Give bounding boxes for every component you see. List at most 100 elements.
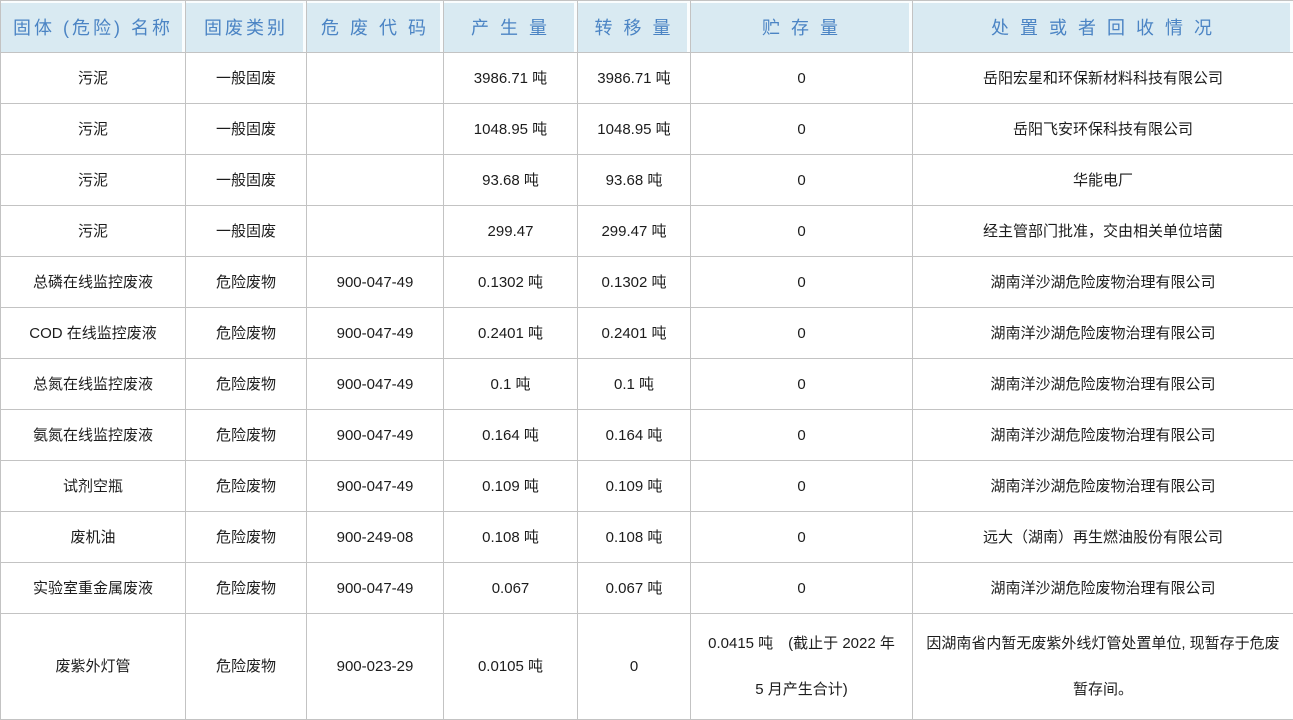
column-header-category: 固废类别: [186, 1, 307, 53]
cell-code: [307, 155, 444, 206]
cell-code: 900-047-49: [307, 410, 444, 461]
cell-transferred: 0.2401 吨: [578, 308, 691, 359]
table-row: 污泥一般固废93.68 吨93.68 吨0华能电厂: [1, 155, 1293, 206]
cell-produced: 0.2401 吨: [444, 308, 578, 359]
cell-name: 污泥: [1, 206, 186, 257]
cell-name: 试剂空瓶: [1, 461, 186, 512]
cell-produced: 299.47: [444, 206, 578, 257]
cell-produced: 0.0105 吨: [444, 614, 578, 720]
cell-stored: 0: [691, 512, 913, 563]
cell-produced: 93.68 吨: [444, 155, 578, 206]
waste-disclosure-page: 固体 (危险) 名称 固废类别 危 废 代 码 产 生 量 转 移 量 贮 存 …: [0, 0, 1293, 720]
cell-name: 污泥: [1, 155, 186, 206]
cell-category: 危险废物: [186, 308, 307, 359]
table-row: 总氮在线监控废液危险废物900-047-490.1 吨0.1 吨0湖南洋沙湖危险…: [1, 359, 1293, 410]
cell-transferred: 0.108 吨: [578, 512, 691, 563]
cell-produced: 1048.95 吨: [444, 104, 578, 155]
cell-code: 900-023-29: [307, 614, 444, 720]
cell-disposal: 湖南洋沙湖危险废物治理有限公司: [913, 461, 1293, 512]
cell-stored: 0: [691, 257, 913, 308]
cell-produced: 3986.71 吨: [444, 53, 578, 104]
cell-transferred: 0.1 吨: [578, 359, 691, 410]
cell-category: 危险废物: [186, 410, 307, 461]
cell-category: 危险废物: [186, 461, 307, 512]
table-row: 实验室重金属废液危险废物900-047-490.0670.067 吨0湖南洋沙湖…: [1, 563, 1293, 614]
cell-transferred: 0.1302 吨: [578, 257, 691, 308]
cell-stored: 0: [691, 206, 913, 257]
cell-stored: 0: [691, 104, 913, 155]
cell-produced: 0.109 吨: [444, 461, 578, 512]
cell-disposal: 湖南洋沙湖危险废物治理有限公司: [913, 410, 1293, 461]
table-row: 污泥一般固废3986.71 吨3986.71 吨0岳阳宏星和环保新材料科技有限公…: [1, 53, 1293, 104]
table-row: 污泥一般固废1048.95 吨1048.95 吨0岳阳飞安环保科技有限公司: [1, 104, 1293, 155]
cell-category: 一般固废: [186, 206, 307, 257]
cell-category: 危险废物: [186, 359, 307, 410]
column-header-transferred: 转 移 量: [578, 1, 691, 53]
table-body: 污泥一般固废3986.71 吨3986.71 吨0岳阳宏星和环保新材料科技有限公…: [1, 53, 1293, 720]
cell-transferred: 0.164 吨: [578, 410, 691, 461]
cell-category: 危险废物: [186, 563, 307, 614]
cell-name: COD 在线监控废液: [1, 308, 186, 359]
table-row: 总磷在线监控废液危险废物900-047-490.1302 吨0.1302 吨0湖…: [1, 257, 1293, 308]
header-row: 固体 (危险) 名称 固废类别 危 废 代 码 产 生 量 转 移 量 贮 存 …: [1, 1, 1293, 53]
cell-category: 一般固废: [186, 53, 307, 104]
cell-disposal: 湖南洋沙湖危险废物治理有限公司: [913, 359, 1293, 410]
cell-disposal: 湖南洋沙湖危险废物治理有限公司: [913, 308, 1293, 359]
cell-disposal: 岳阳宏星和环保新材料科技有限公司: [913, 53, 1293, 104]
cell-transferred: 0.109 吨: [578, 461, 691, 512]
cell-code: 900-047-49: [307, 359, 444, 410]
cell-code: 900-047-49: [307, 563, 444, 614]
cell-disposal: 岳阳飞安环保科技有限公司: [913, 104, 1293, 155]
column-header-disposal: 处 置 或 者 回 收 情 况: [913, 1, 1293, 53]
cell-code: [307, 206, 444, 257]
cell-category: 危险废物: [186, 512, 307, 563]
table-row: 氨氮在线监控废液危险废物900-047-490.164 吨0.164 吨0湖南洋…: [1, 410, 1293, 461]
cell-code: 900-047-49: [307, 308, 444, 359]
cell-transferred: 93.68 吨: [578, 155, 691, 206]
cell-stored: 0: [691, 308, 913, 359]
cell-code: [307, 53, 444, 104]
cell-category: 一般固废: [186, 155, 307, 206]
cell-produced: 0.164 吨: [444, 410, 578, 461]
cell-name: 总磷在线监控废液: [1, 257, 186, 308]
cell-transferred: 1048.95 吨: [578, 104, 691, 155]
cell-stored: 0: [691, 410, 913, 461]
cell-name: 总氮在线监控废液: [1, 359, 186, 410]
cell-category: 危险废物: [186, 257, 307, 308]
waste-ledger-table: 固体 (危险) 名称 固废类别 危 废 代 码 产 生 量 转 移 量 贮 存 …: [0, 0, 1293, 720]
column-header-code: 危 废 代 码: [307, 1, 444, 53]
cell-produced: 0.067: [444, 563, 578, 614]
column-header-produced: 产 生 量: [444, 1, 578, 53]
cell-name: 废紫外灯管: [1, 614, 186, 720]
cell-transferred: 3986.71 吨: [578, 53, 691, 104]
cell-name: 实验室重金属废液: [1, 563, 186, 614]
cell-disposal: 因湖南省内暂无废紫外线灯管处置单位, 现暂存于危废 暂存间。: [913, 614, 1293, 720]
table-row: 废机油危险废物900-249-080.108 吨0.108 吨0远大（湖南）再生…: [1, 512, 1293, 563]
cell-produced: 0.1302 吨: [444, 257, 578, 308]
cell-category: 危险废物: [186, 614, 307, 720]
table-row: 废紫外灯管危险废物900-023-290.0105 吨00.0415 吨 (截止…: [1, 614, 1293, 720]
cell-disposal: 湖南洋沙湖危险废物治理有限公司: [913, 257, 1293, 308]
cell-code: 900-047-49: [307, 257, 444, 308]
cell-produced: 0.1 吨: [444, 359, 578, 410]
table-row: 试剂空瓶危险废物900-047-490.109 吨0.109 吨0湖南洋沙湖危险…: [1, 461, 1293, 512]
cell-disposal: 远大（湖南）再生燃油股份有限公司: [913, 512, 1293, 563]
cell-code: [307, 104, 444, 155]
cell-code: 900-047-49: [307, 461, 444, 512]
cell-name: 氨氮在线监控废液: [1, 410, 186, 461]
cell-produced: 0.108 吨: [444, 512, 578, 563]
cell-disposal: 湖南洋沙湖危险废物治理有限公司: [913, 563, 1293, 614]
cell-stored: 0: [691, 53, 913, 104]
column-header-stored: 贮 存 量: [691, 1, 913, 53]
cell-transferred: 0: [578, 614, 691, 720]
cell-stored: 0: [691, 155, 913, 206]
cell-disposal: 经主管部门批准，交由相关单位培菌: [913, 206, 1293, 257]
cell-stored: 0: [691, 461, 913, 512]
cell-code: 900-249-08: [307, 512, 444, 563]
cell-stored: 0.0415 吨 (截止于 2022 年 5 月产生合计): [691, 614, 913, 720]
cell-disposal: 华能电厂: [913, 155, 1293, 206]
table-row: COD 在线监控废液危险废物900-047-490.2401 吨0.2401 吨…: [1, 308, 1293, 359]
cell-transferred: 0.067 吨: [578, 563, 691, 614]
cell-stored: 0: [691, 359, 913, 410]
cell-stored: 0: [691, 563, 913, 614]
